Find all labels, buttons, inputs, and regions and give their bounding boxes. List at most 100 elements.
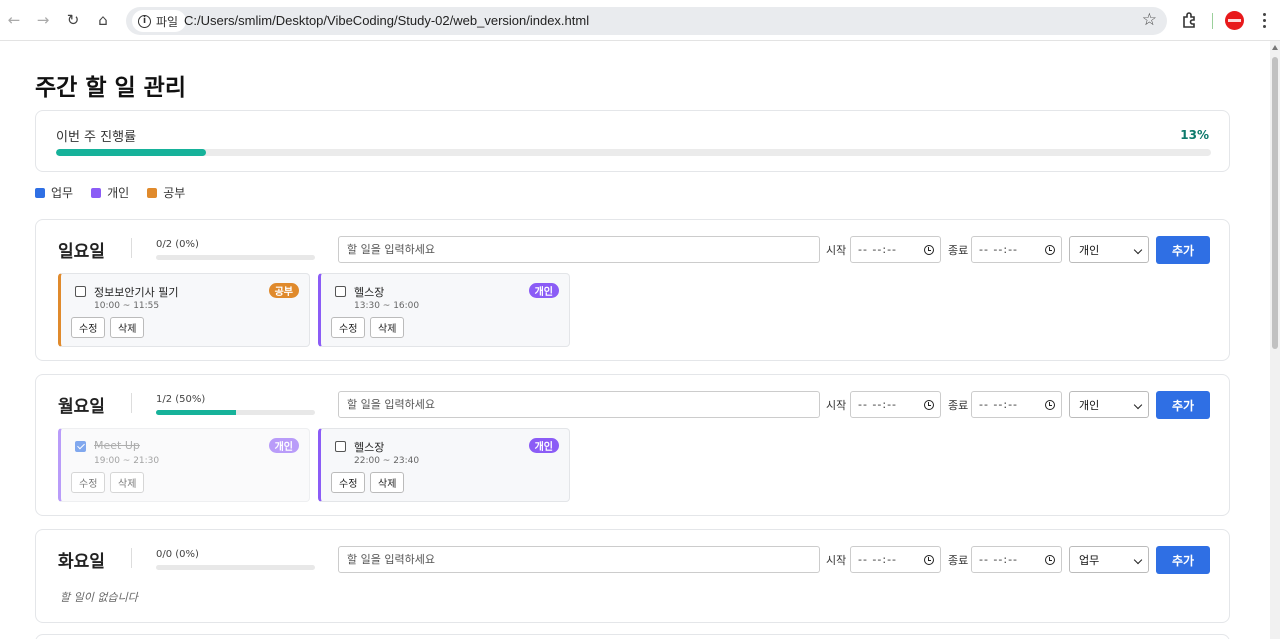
add-task-button[interactable]: 추가 — [1156, 391, 1210, 419]
task-item: 헬스장 13:30 ~ 16:00 개인 수정 삭제 — [318, 273, 570, 347]
weekly-progress-percent: 13% — [1180, 128, 1209, 142]
home-icon[interactable]: ⌂ — [92, 9, 114, 31]
day-divider — [131, 238, 132, 258]
weekly-progress-track — [56, 149, 1211, 156]
day-card: 월요일 1/2 (50%) 시작 -- --:-- 종료 -- --:-- 개인 추가 Meet… — [35, 374, 1230, 516]
reload-icon[interactable]: ↻ — [62, 9, 84, 31]
start-time-label: 시작 — [826, 399, 847, 412]
clock-icon[interactable] — [1045, 555, 1055, 565]
task-title-input[interactable] — [338, 546, 820, 573]
category-legend: 업무 개인 공부 — [35, 184, 185, 201]
start-time-label: 시작 — [826, 244, 847, 257]
start-time-value: -- --:-- — [858, 398, 898, 411]
task-title: 헬스장 — [354, 441, 385, 454]
page-scrollbar[interactable] — [1270, 41, 1280, 639]
delete-button[interactable]: 삭제 — [370, 317, 405, 338]
weekly-progress-card: 이번 주 진행률 13% — [35, 110, 1230, 172]
end-time-label: 종료 — [948, 554, 969, 567]
category-badge: 개인 — [528, 283, 559, 298]
task-item: 헬스장 22:00 ~ 23:40 개인수정 삭제 — [318, 428, 570, 502]
empty-state-text: 할 일이 없습니다 — [60, 591, 138, 604]
task-item: 정보보안기사 필기 10:00 ~ 11:55 공부 수정 삭제 — [58, 273, 310, 347]
category-select[interactable]: 업무 — [1069, 546, 1149, 573]
day-progress-count: 1/2 (50%) — [156, 394, 206, 405]
legend-swatch — [35, 187, 45, 198]
day-card: 일요일 0/2 (0%) 시작 -- --:-- 종료 -- --:-- 개인 추가정보보안기… — [35, 219, 1230, 361]
clock-icon[interactable] — [1045, 245, 1055, 255]
start-time-input[interactable]: -- --:-- — [850, 391, 941, 418]
day-progress-track — [156, 410, 315, 415]
scroll-thumb[interactable] — [1272, 57, 1278, 349]
category-select-value: 개인 — [1079, 398, 1100, 412]
task-time: 19:00 ~ 21:30 — [94, 456, 160, 466]
site-info-chip[interactable]: i 파일 — [132, 10, 187, 32]
bookmark-star-icon[interactable]: ☆ — [1142, 10, 1157, 30]
address-bar[interactable]: i 파일 C:/Users/smlim/Desktop/VibeCoding/S… — [126, 7, 1167, 35]
task-title: 정보보안기사 필기 — [94, 286, 179, 299]
legend-swatch — [91, 187, 102, 198]
legend-swatch — [147, 187, 158, 198]
end-time-label: 종료 — [948, 399, 969, 412]
start-time-input[interactable]: -- --:-- — [850, 546, 941, 573]
delete-button[interactable]: 삭제 — [110, 317, 145, 338]
delete-button[interactable]: 삭제 — [110, 472, 145, 493]
task-title-input[interactable] — [338, 391, 820, 418]
end-time-value: -- --:-- — [979, 243, 1019, 256]
edit-button[interactable]: 수정 — [71, 317, 106, 338]
day-name: 화요일 — [58, 552, 105, 572]
day-progress-count: 0/2 (0%) — [156, 239, 199, 250]
forward-icon[interactable]: → — [32, 9, 54, 31]
end-time-input[interactable]: -- --:-- — [971, 391, 1062, 418]
scroll-up-arrow-icon[interactable] — [1272, 45, 1278, 50]
day-card: 화요일 0/0 (0%) 시작 -- --:-- 종료 -- --:-- 업무 추가할 일이 … — [35, 529, 1230, 623]
day-progress-track — [156, 565, 315, 570]
task-checkbox[interactable] — [335, 286, 346, 297]
profile-avatar[interactable] — [1225, 11, 1244, 30]
toolbar-divider — [1212, 13, 1213, 29]
edit-button[interactable]: 수정 — [71, 472, 106, 493]
task-checkbox[interactable] — [75, 441, 86, 452]
info-icon: i — [138, 14, 151, 28]
task-checkbox[interactable] — [75, 286, 86, 297]
add-task-button[interactable]: 추가 — [1156, 546, 1210, 574]
extensions-icon[interactable] — [1180, 10, 1200, 30]
start-time-value: -- --:-- — [858, 243, 898, 256]
day-divider — [131, 548, 132, 568]
category-badge: 개인 — [268, 438, 299, 453]
category-badge: 개인 — [528, 438, 559, 453]
end-time-value: -- --:-- — [979, 398, 1019, 411]
clock-icon[interactable] — [924, 555, 934, 565]
end-time-label: 종료 — [948, 244, 969, 257]
weekly-progress-label: 이번 주 진행률 — [56, 130, 137, 145]
chevron-down-icon — [1133, 555, 1143, 565]
end-time-input[interactable]: -- --:-- — [971, 236, 1062, 263]
category-select[interactable]: 개인 — [1069, 236, 1149, 263]
day-progress-count: 0/0 (0%) — [156, 549, 199, 560]
edit-button[interactable]: 수정 — [331, 317, 366, 338]
task-checkbox[interactable] — [335, 441, 346, 452]
legend-item: 공부 — [147, 184, 185, 201]
edit-button[interactable]: 수정 — [331, 472, 366, 493]
chevron-down-icon — [1133, 400, 1143, 410]
end-time-input[interactable]: -- --:-- — [971, 546, 1062, 573]
day-progress-track — [156, 255, 315, 260]
task-title-input[interactable] — [338, 236, 820, 263]
category-select-value: 업무 — [1079, 553, 1100, 567]
back-icon[interactable]: ← — [3, 9, 25, 31]
start-time-value: -- --:-- — [858, 553, 898, 566]
day-progress-fill — [156, 410, 236, 415]
clock-icon[interactable] — [924, 400, 934, 410]
page-title: 주간 할 일 관리 — [35, 75, 186, 101]
url-text[interactable]: C:/Users/smlim/Desktop/VibeCoding/Study-… — [184, 13, 589, 28]
delete-button[interactable]: 삭제 — [370, 472, 405, 493]
task-time: 22:00 ~ 23:40 — [354, 456, 420, 466]
clock-icon[interactable] — [1045, 400, 1055, 410]
add-task-button[interactable]: 추가 — [1156, 236, 1210, 264]
clock-icon[interactable] — [924, 245, 934, 255]
weekly-progress-fill — [56, 149, 207, 156]
end-time-value: -- --:-- — [979, 553, 1019, 566]
start-time-input[interactable]: -- --:-- — [850, 236, 941, 263]
more-menu-icon[interactable] — [1258, 10, 1270, 30]
category-select[interactable]: 개인 — [1069, 391, 1149, 418]
site-chip-label: 파일 — [156, 14, 179, 29]
